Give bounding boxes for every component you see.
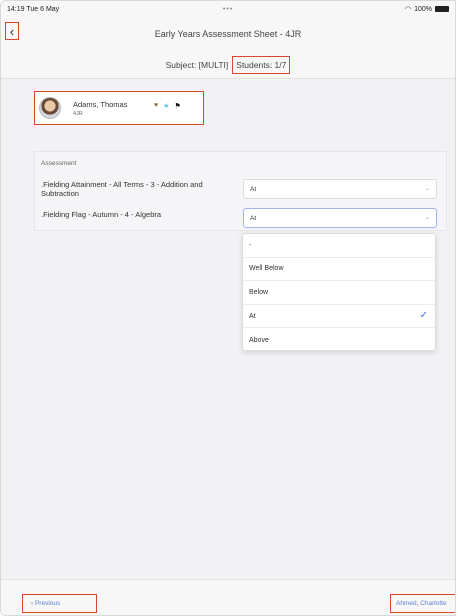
- footer: ‹ Previous Ahmed, Charlotte: [1, 579, 455, 615]
- avatar: [39, 97, 61, 119]
- flag-icon: ⚑: [174, 103, 181, 110]
- chevron-down-icon: ⌄: [424, 186, 430, 192]
- assessment-section-label: Assessment: [41, 160, 77, 167]
- select-value: At: [250, 214, 257, 222]
- student-name: Adams, Thomas: [73, 99, 128, 109]
- battery-percent: 100%: [414, 5, 432, 13]
- students-counter[interactable]: Students: 1/7: [232, 55, 291, 74]
- dropdown-option[interactable]: Well Below: [243, 258, 435, 282]
- assessment-select[interactable]: At ⌄: [243, 179, 437, 199]
- back-button[interactable]: ‹: [5, 22, 19, 40]
- subject-label: Subject: [MULTI]: [165, 59, 229, 70]
- checkmark-icon: ✓: [419, 309, 428, 321]
- select-value: At: [250, 185, 257, 193]
- status-time: 14:19 Tue 6 May: [7, 6, 67, 13]
- option-label: Well Below: [249, 265, 284, 273]
- status-date-text: Tue 6 May: [26, 5, 60, 13]
- heart-icon: ♥: [154, 102, 159, 109]
- status-right: ◠ 100%: [389, 5, 449, 13]
- student-card[interactable]: Adams, Thomas 4JR ♥ ★ ⚑: [34, 91, 204, 125]
- dropdown-option[interactable]: Above: [243, 328, 435, 352]
- dropdown-option[interactable]: -: [243, 234, 435, 258]
- assessment-panel: Assessment .Fielding Attainment - All Te…: [34, 151, 447, 231]
- star-icon: ★: [163, 103, 170, 110]
- status-time-text: 14:19: [7, 5, 25, 13]
- student-info: Adams, Thomas 4JR: [73, 100, 127, 117]
- option-label: Above: [249, 336, 269, 344]
- previous-button[interactable]: ‹ Previous: [22, 594, 97, 613]
- option-label: At: [249, 312, 256, 320]
- dropdown-menu: - Well Below Below At ✓ Above: [242, 233, 436, 351]
- page-title: Early Years Assessment Sheet - 4JR: [154, 29, 302, 39]
- title-bar: ‹ Early Years Assessment Sheet - 4JR: [1, 17, 455, 51]
- dropdown-option-selected[interactable]: At ✓: [243, 305, 435, 329]
- option-label: -: [249, 241, 252, 249]
- app-window: 14:19 Tue 6 May ••• ◠ 100% ‹ Early Years…: [0, 0, 456, 616]
- student-class: 4JR: [73, 110, 83, 117]
- option-label: Below: [249, 288, 269, 296]
- subtitle-bar: Subject: [MULTI] Students: 1/7: [1, 51, 455, 79]
- chevron-down-icon: ⌄: [424, 215, 430, 221]
- chevron-left-icon: ‹: [9, 23, 15, 39]
- student-flags: ♥ ★ ⚑: [154, 102, 181, 110]
- status-bar: 14:19 Tue 6 May ••• ◠ 100%: [1, 1, 455, 17]
- battery-icon: [435, 6, 449, 12]
- assessment-row-label: .Fielding Attainment - All Terms - 3 - A…: [41, 180, 203, 198]
- wifi-icon: ◠: [404, 6, 412, 13]
- assessment-row-label: .Fielding Flag - Autumn - 4 - Algebra: [41, 210, 162, 219]
- multitask-dots[interactable]: •••: [67, 6, 389, 13]
- assessment-select-open[interactable]: At ⌄: [243, 208, 437, 228]
- dropdown-option[interactable]: Below: [243, 281, 435, 305]
- next-student-button[interactable]: Ahmed, Charlotte: [390, 594, 455, 613]
